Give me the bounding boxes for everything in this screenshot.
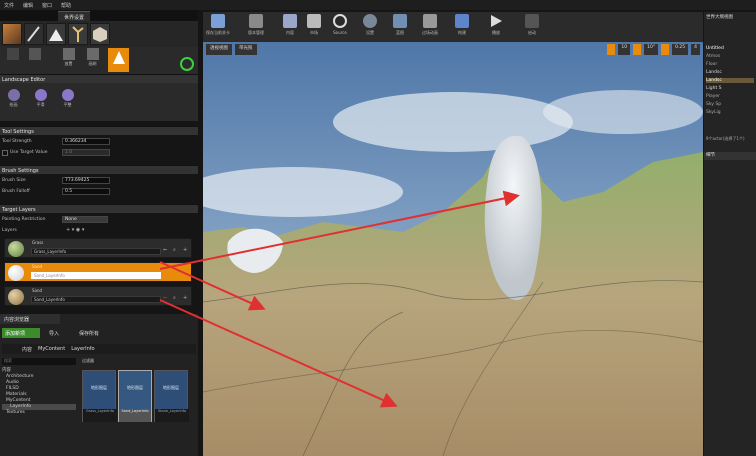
arrow-to-slope: [159, 299, 398, 408]
outliner-item-selected[interactable]: Landsc: [706, 78, 754, 83]
right-panel: 世界大纲视图 Untitled Atmos Floor Landsc Lands…: [704, 12, 756, 456]
outliner-item[interactable]: Sky Sp: [706, 102, 721, 107]
actor-count: 9个actor(选择了1个): [706, 136, 745, 141]
outliner-item[interactable]: Floor: [706, 62, 717, 67]
outliner-title: 世界大纲视图: [706, 15, 733, 20]
arrow-to-peak: [159, 190, 520, 270]
outliner-item[interactable]: Light S: [706, 86, 722, 91]
annotation-arrows: [159, 190, 520, 408]
outliner-item[interactable]: Atmos: [706, 54, 720, 59]
details-tab[interactable]: 细节: [704, 152, 756, 160]
outliner-item[interactable]: Landsc: [706, 70, 722, 75]
outliner-item[interactable]: Untitled: [706, 46, 724, 51]
arrow-to-hill: [159, 261, 266, 311]
outliner-item[interactable]: Player: [706, 94, 720, 99]
outliner-item[interactable]: SkyLig: [706, 110, 721, 115]
